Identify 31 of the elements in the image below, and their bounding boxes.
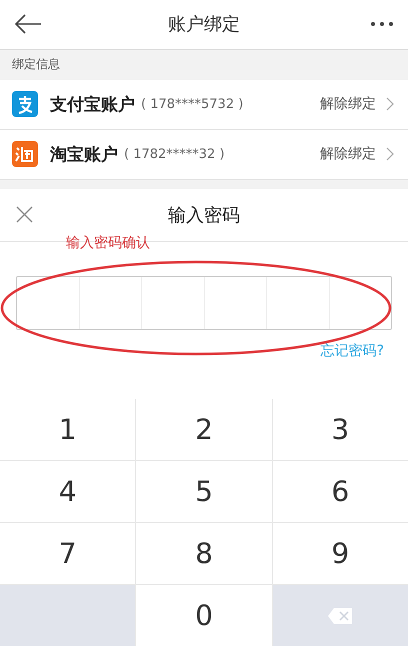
backspace-icon — [327, 606, 354, 624]
digit-key[interactable]: 2 — [136, 399, 272, 460]
annotation-text: 输入密码确认 — [66, 234, 150, 252]
section-label: 绑定信息 — [12, 56, 60, 74]
digit-key[interactable]: 4 — [0, 461, 136, 522]
account-name: 支付宝账户 — [50, 94, 135, 116]
page-title: 账户绑定 — [167, 13, 241, 36]
chevron-icon — [386, 147, 394, 162]
digit-key[interactable]: 9 — [272, 523, 408, 584]
digit-key[interactable]: 5 — [136, 461, 272, 522]
unbind-label: 解除绑定 — [320, 145, 376, 164]
chevron-icon — [386, 97, 394, 112]
shop-app-icon — [12, 141, 38, 168]
more-icon[interactable] — [370, 21, 394, 28]
digit-key[interactable]: 0 — [136, 585, 272, 646]
digit-key[interactable]: 8 — [136, 523, 272, 584]
dialog-title: 输入密码 — [168, 204, 240, 227]
digit-key[interactable]: 6 — [272, 461, 408, 522]
digit-key[interactable]: 7 — [0, 523, 136, 584]
digit-key[interactable]: 3 — [272, 399, 408, 460]
digit-key[interactable]: 1 — [0, 399, 136, 460]
account-row[interactable]: 支付宝账户 ( 178****5732 ) 解除绑定 — [0, 80, 408, 130]
unbind-label: 解除绑定 — [320, 95, 376, 114]
account-number: ( 1782*****32 ) — [124, 146, 226, 162]
close-icon[interactable] — [16, 206, 33, 224]
account-name: 淘宝账户 — [50, 144, 118, 166]
back-icon[interactable] — [14, 14, 42, 34]
account-number: ( 178****5732 ) — [141, 96, 244, 112]
payment-app-icon — [12, 91, 38, 118]
password-field[interactable] — [16, 276, 392, 330]
account-row[interactable]: 淘宝账户 ( 1782*****32 ) 解除绑定 — [0, 130, 408, 180]
